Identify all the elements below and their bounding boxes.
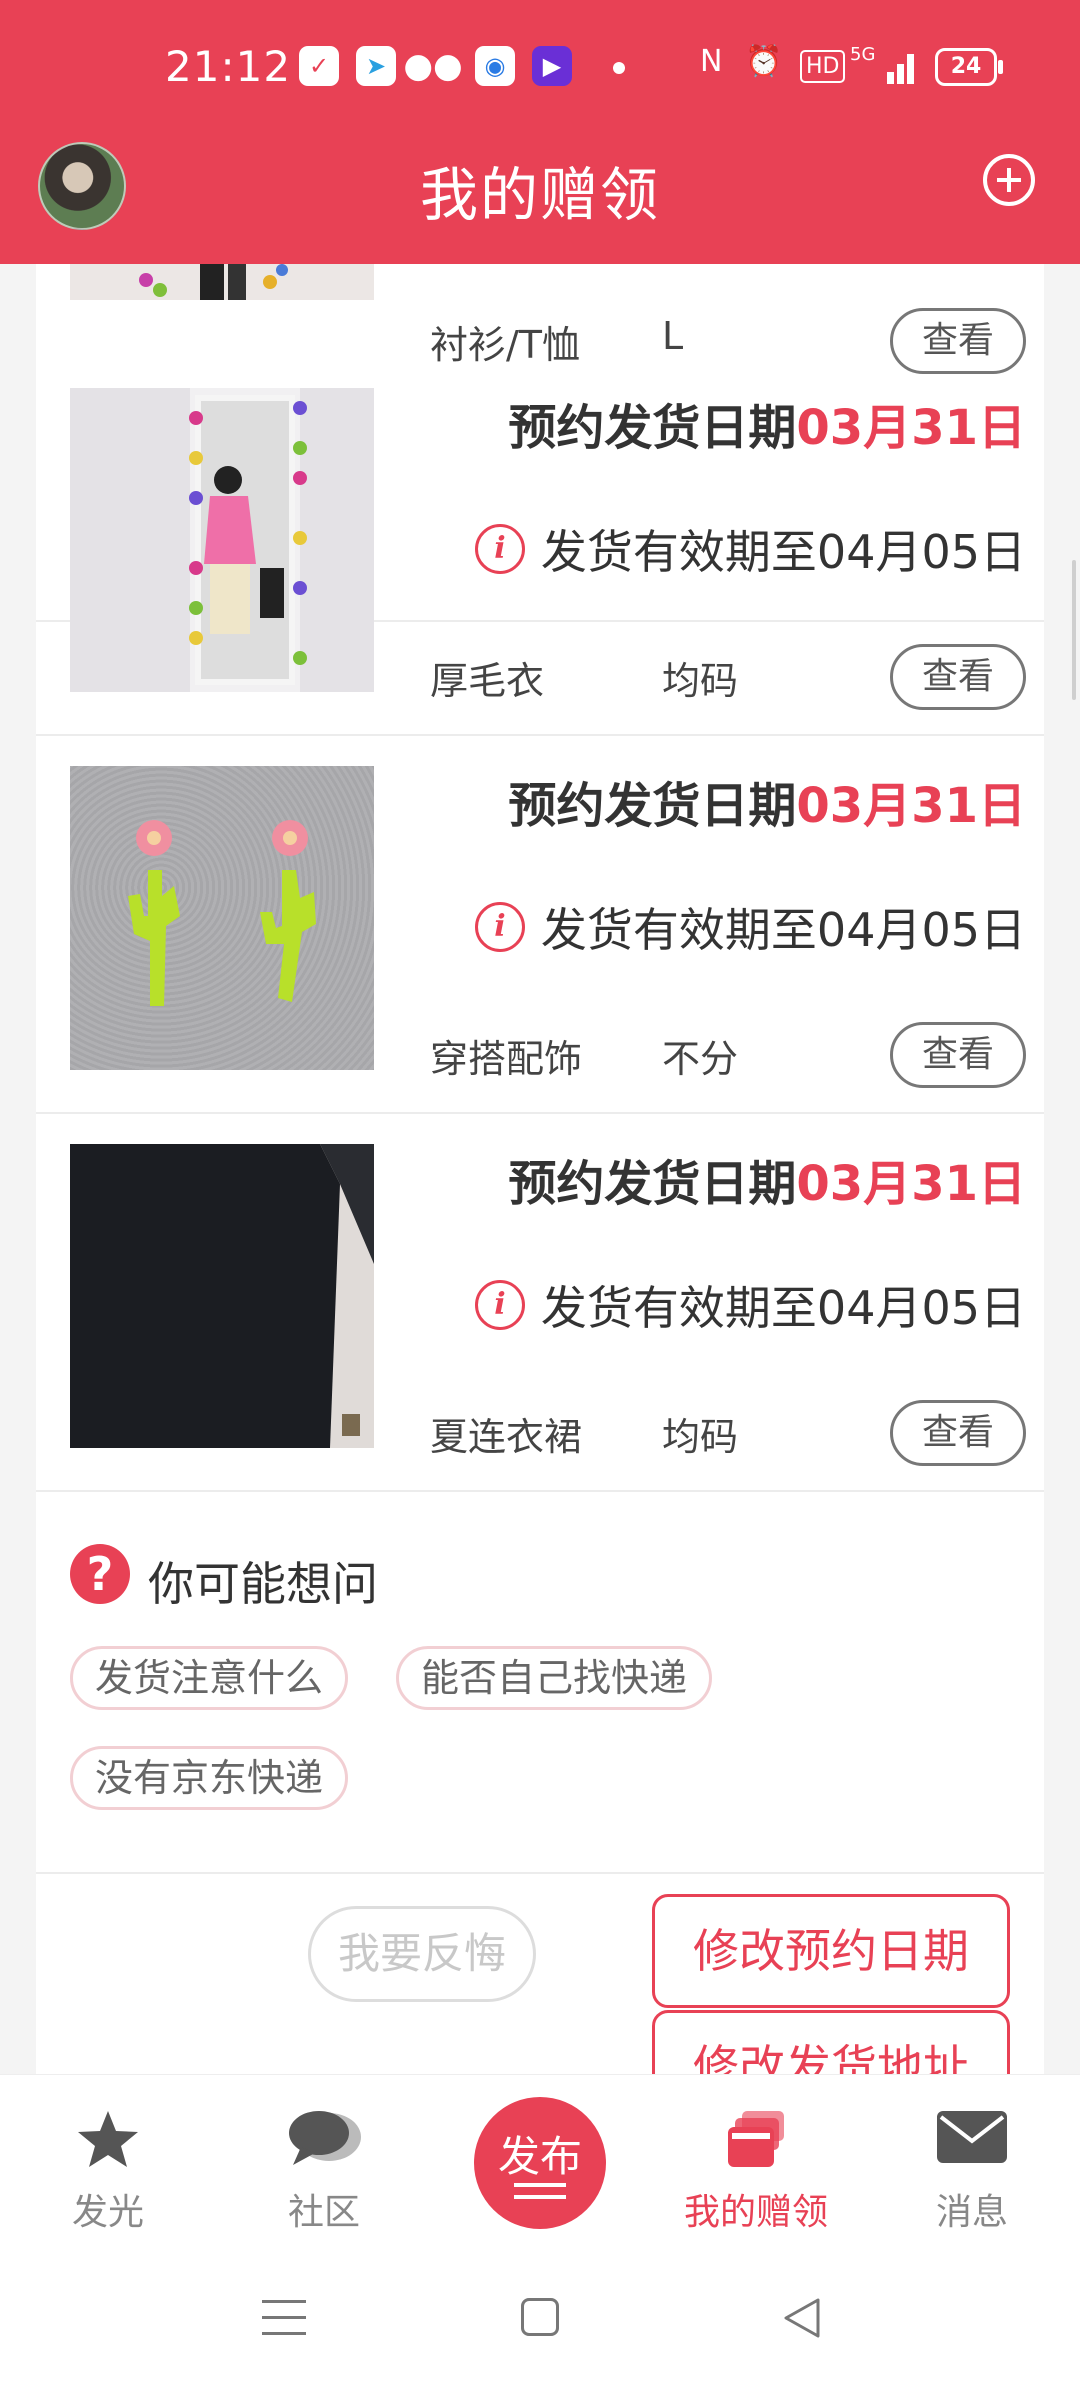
faq-section: ? 你可能想问 发货注意什么 能否自己找快递 没有京东快递 bbox=[36, 1492, 1044, 1874]
app-notification-icon: ✓ bbox=[299, 46, 339, 86]
list-item[interactable]: 预约发货日期03月31日 i 发货有效期至04月05日 厚毛衣 均码 查看 bbox=[36, 358, 1044, 736]
item-image[interactable] bbox=[70, 264, 374, 300]
schedule-date-text: 预约发货日期03月31日 bbox=[508, 766, 1026, 836]
page-title: 我的赠领 bbox=[419, 161, 660, 229]
view-button[interactable]: 查看 bbox=[890, 1400, 1026, 1466]
battery-icon: 24 bbox=[935, 48, 1003, 86]
faq-title: 你可能想问 bbox=[148, 1557, 378, 1611]
question-icon: ? bbox=[70, 1544, 130, 1604]
faq-chip[interactable]: 发货注意什么 bbox=[70, 1646, 349, 1710]
info-icon: i bbox=[474, 1280, 525, 1330]
nav-item-glow[interactable]: 发光 bbox=[28, 2075, 188, 2245]
list-item[interactable]: 预约发货日期03月31日 i 发货有效期至04月05日 穿搭配饰 不分 查看 bbox=[36, 736, 1044, 1114]
publish-icon bbox=[514, 2183, 566, 2207]
regret-button[interactable]: 我要反悔 bbox=[308, 1906, 536, 2002]
schedule-date-text: 预约发货日期03月31日 bbox=[508, 388, 1026, 458]
nav-label: 发光 bbox=[71, 2192, 144, 2233]
modify-address-button[interactable]: 修改发货地址 bbox=[652, 2010, 1010, 2074]
faq-chip[interactable]: 能否自己找快递 bbox=[396, 1646, 713, 1710]
schedule-date: 03月31日 bbox=[796, 400, 1026, 456]
gift-list: 衬衫/T恤 L 查看 预约发货日期03月31日 i 发货有效期至04月05日 厚… bbox=[36, 264, 1044, 2074]
modify-date-button[interactable]: 修改预约日期 bbox=[652, 1894, 1010, 2008]
info-icon: i bbox=[474, 902, 525, 952]
item-size: 均码 bbox=[662, 659, 739, 703]
nav-label: 社区 bbox=[287, 2192, 360, 2233]
nav-item-messages[interactable]: 消息 bbox=[892, 2075, 1052, 2245]
validity-text: i 发货有效期至04月05日 bbox=[474, 894, 1026, 960]
status-bar: 21:12 ✓ ➤ ●● ◉ ▶ N ⏰ HD 5G 24 bbox=[0, 0, 1080, 136]
item-category: 夏连衣裙 bbox=[430, 1415, 583, 1459]
faq-chip[interactable]: 没有京东快递 bbox=[70, 1746, 349, 1810]
home-icon[interactable] bbox=[521, 2298, 559, 2336]
schedule-label: 预约发货日期 bbox=[508, 400, 797, 456]
publish-label: 发布 bbox=[497, 2132, 582, 2181]
back-icon[interactable] bbox=[780, 2296, 824, 2340]
schedule-date-text: 预约发货日期03月31日 bbox=[508, 1144, 1026, 1214]
item-size: 均码 bbox=[662, 1415, 739, 1459]
schedule-date: 03月31日 bbox=[796, 1156, 1026, 1212]
item-size: 不分 bbox=[662, 1037, 739, 1081]
validity-label: 发货有效期至04月05日 bbox=[540, 525, 1026, 579]
schedule-label: 预约发货日期 bbox=[508, 1156, 797, 1212]
schedule-label: 预约发货日期 bbox=[508, 778, 797, 834]
nav-label: 我的赠领 bbox=[683, 2192, 828, 2233]
item-image[interactable] bbox=[70, 1144, 374, 1448]
alarm-icon: ⏰ bbox=[745, 44, 783, 79]
item-category: 厚毛衣 bbox=[430, 659, 545, 703]
item-image[interactable] bbox=[70, 388, 374, 692]
system-nav-bar bbox=[0, 2244, 1080, 2400]
star-icon bbox=[78, 2111, 138, 2167]
signal-icon bbox=[865, 48, 915, 84]
mail-icon bbox=[937, 2111, 1007, 2163]
status-time: 21:12 bbox=[165, 42, 292, 91]
nav-item-community[interactable]: 社区 bbox=[244, 2075, 404, 2245]
item-category: 穿搭配饰 bbox=[430, 1037, 583, 1081]
bottom-nav: 发光 社区 发布 我的赠领 消息 bbox=[0, 2074, 1080, 2245]
scrollbar[interactable] bbox=[1072, 560, 1076, 700]
gift-cards-icon bbox=[728, 2111, 784, 2167]
validity-label: 发货有效期至04月05日 bbox=[540, 903, 1026, 957]
browser-icon: ◉ bbox=[475, 46, 515, 86]
recent-apps-icon[interactable] bbox=[262, 2300, 306, 2348]
validity-label: 发货有效期至04月05日 bbox=[540, 1281, 1026, 1335]
schedule-date: 03月31日 bbox=[796, 778, 1026, 834]
more-notifications-icon bbox=[613, 62, 625, 74]
validity-text: i 发货有效期至04月05日 bbox=[474, 1272, 1026, 1338]
list-item[interactable]: 预约发货日期03月31日 i 发货有效期至04月05日 夏连衣裙 均码 查看 bbox=[36, 1114, 1044, 1492]
item-size: L bbox=[662, 314, 684, 358]
app-header: 21:12 ✓ ➤ ●● ◉ ▶ N ⏰ HD 5G 24 我的赠领 bbox=[0, 0, 1080, 264]
hd-icon: HD bbox=[800, 50, 846, 83]
info-icon: i bbox=[474, 524, 525, 574]
nfc-icon: N bbox=[700, 44, 723, 79]
view-button[interactable]: 查看 bbox=[890, 644, 1026, 710]
wechat-icon: ●● bbox=[403, 46, 463, 86]
nav-item-my-gifts[interactable]: 我的赠领 bbox=[676, 2075, 836, 2245]
validity-text: i 发货有效期至04月05日 bbox=[474, 516, 1026, 582]
telegram-icon: ➤ bbox=[356, 46, 396, 86]
video-app-icon: ▶ bbox=[532, 46, 572, 86]
item-image[interactable] bbox=[70, 766, 374, 1070]
nav-label: 消息 bbox=[935, 2192, 1008, 2233]
chat-icon bbox=[289, 2111, 361, 2165]
view-button[interactable]: 查看 bbox=[890, 1022, 1026, 1088]
add-icon[interactable] bbox=[983, 154, 1035, 206]
publish-button[interactable]: 发布 bbox=[474, 2097, 606, 2229]
